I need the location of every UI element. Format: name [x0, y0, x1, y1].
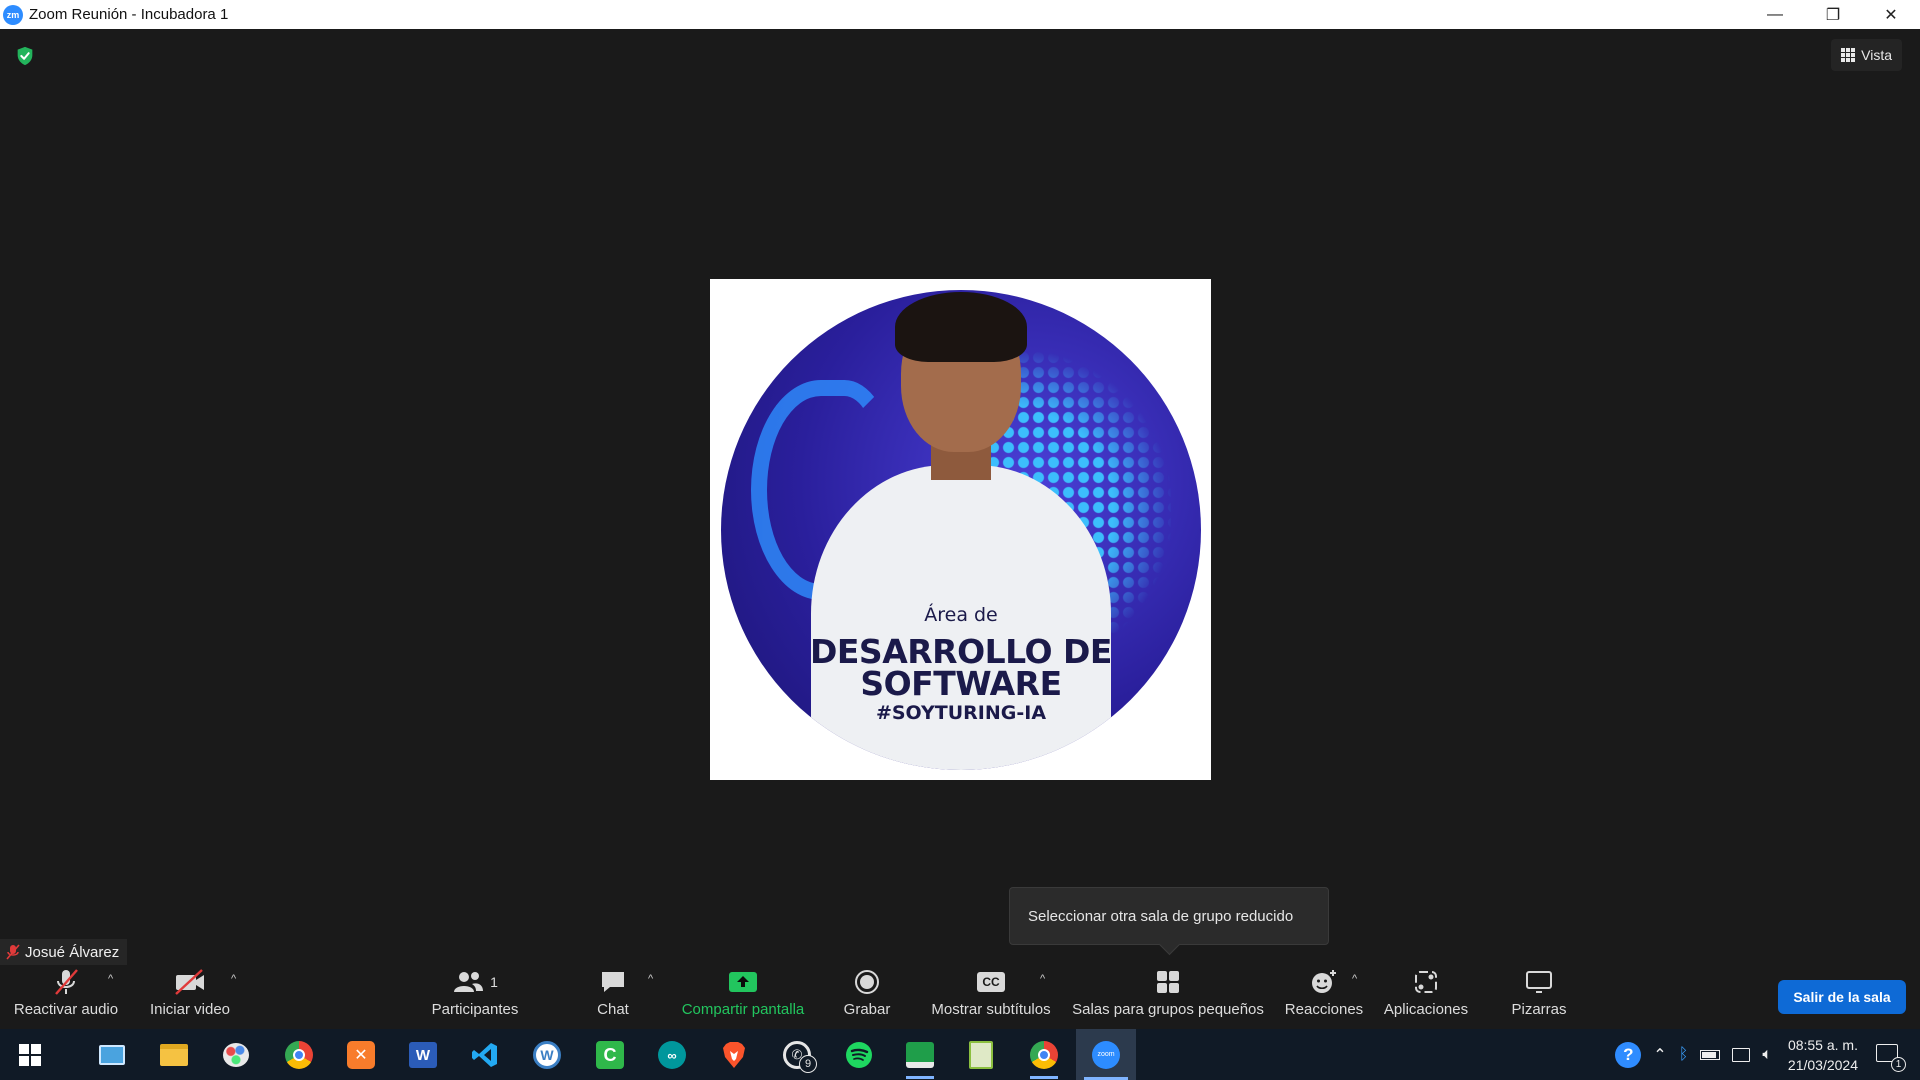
unmute-button[interactable]: Reactivar audio — [8, 965, 124, 1029]
paint-palette-icon — [223, 1043, 249, 1067]
muted-microphone-icon — [55, 969, 78, 995]
audio-options-caret[interactable]: ^ — [108, 973, 113, 985]
captions-button[interactable]: CC Mostrar subtítulos — [924, 965, 1058, 1029]
taskbar-brave[interactable] — [714, 1035, 754, 1075]
view-label: Vista — [1861, 47, 1892, 63]
battery-icon[interactable] — [1700, 1049, 1721, 1060]
taskbar-word[interactable]: W — [403, 1035, 443, 1075]
muted-mic-icon — [6, 944, 20, 960]
taskbar-xampp[interactable]: ✕ — [341, 1035, 381, 1075]
windows-taskbar: ✕ W W C ∞ ✆ 9 zoom ? ⌃ ᛒ 🔈︎ 08:55 a. m. … — [0, 1029, 1920, 1080]
green-app-icon — [906, 1042, 934, 1068]
share-screen-button[interactable]: Compartir pantalla — [676, 965, 810, 1029]
reactions-icon — [1312, 970, 1336, 993]
taskbar-zoom[interactable]: zoom — [1076, 1029, 1136, 1080]
close-button[interactable]: ✕ — [1862, 0, 1920, 29]
taskbar-chrome-profile[interactable] — [1024, 1035, 1064, 1079]
clock-date: 21/03/2024 — [1787, 1056, 1858, 1073]
participant-name-tag: Josué Álvarez — [0, 939, 128, 965]
restore-button[interactable]: ❐ — [1804, 0, 1862, 29]
start-video-button[interactable]: Iniciar video — [142, 965, 238, 1029]
participants-button[interactable]: 1 Participantes — [425, 965, 525, 1029]
record-icon — [855, 970, 879, 994]
record-button[interactable]: Grabar — [838, 965, 896, 1029]
help-icon[interactable]: ? — [1615, 1041, 1642, 1068]
view-button[interactable]: Vista — [1831, 39, 1902, 71]
reactions-options-caret[interactable]: ^ — [1352, 973, 1357, 985]
captions-options-caret[interactable]: ^ — [1040, 973, 1045, 985]
xampp-icon: ✕ — [347, 1041, 375, 1069]
taskbar-notepad-plus[interactable] — [961, 1035, 1001, 1075]
participant-avatar-tile: Área de DESARROLLO DE SOFTWARE #SOYTURIN… — [710, 279, 1211, 780]
taskbar-whatsapp[interactable]: ✆ 9 — [777, 1035, 817, 1075]
breakout-tooltip: Seleccionar otra sala de grupo reducido — [1009, 887, 1329, 945]
notepad-plus-icon — [969, 1041, 993, 1069]
spotify-icon — [846, 1042, 872, 1068]
video-options-caret[interactable]: ^ — [231, 973, 236, 985]
avatar-text-title: DESARROLLO DE SOFTWARE — [810, 632, 1112, 703]
grid-view-icon — [1841, 48, 1856, 62]
closed-captions-icon: CC — [977, 972, 1005, 992]
start-button[interactable] — [10, 1035, 50, 1075]
video-off-icon — [175, 969, 204, 995]
leave-room-button[interactable]: Salir de la sala — [1778, 980, 1906, 1014]
minimize-button[interactable]: — — [1746, 0, 1804, 29]
notifications-button[interactable]: 1 — [1876, 1043, 1906, 1072]
taskbar-paint[interactable] — [216, 1035, 256, 1075]
brave-icon — [723, 1042, 745, 1068]
taskbar-vscode[interactable] — [465, 1035, 505, 1075]
meeting-toolbar: Reactivar audio ^ Iniciar video ^ 1 Part… — [0, 965, 1920, 1029]
whiteboards-button[interactable]: Pizarras — [1506, 965, 1572, 1029]
participants-icon — [454, 972, 484, 992]
encryption-shield-icon[interactable] — [14, 45, 36, 67]
control-panel-icon — [99, 1045, 125, 1065]
clock-time: 08:55 a. m. — [1787, 1036, 1858, 1053]
share-screen-icon — [729, 972, 757, 992]
windows-start-icon — [19, 1044, 41, 1066]
window-controls: — ❐ ✕ — [1746, 0, 1920, 29]
participant-name: Josué Álvarez — [25, 943, 120, 961]
taskbar-wordpress[interactable]: W — [527, 1035, 567, 1075]
window-title-bar: zm Zoom Reunión - Incubadora 1 — ❐ ✕ — [0, 0, 1920, 29]
notification-count: 1 — [1891, 1056, 1906, 1072]
window-title: Zoom Reunión - Incubadora 1 — [29, 6, 229, 23]
taskbar-arduino[interactable]: ∞ — [652, 1035, 692, 1075]
breakout-rooms-icon — [1157, 971, 1179, 993]
volume-icon[interactable]: 🔈︎ — [1762, 1046, 1772, 1064]
folder-icon — [160, 1044, 188, 1066]
whatsapp-badge: 9 — [799, 1055, 817, 1073]
meeting-area: Vista Área de DESARROLLO DE SOFTWARE #SO… — [0, 29, 1920, 965]
wordpress-icon: W — [533, 1041, 561, 1069]
vscode-icon — [472, 1043, 497, 1067]
breakout-rooms-button[interactable]: Salas para grupos pequeños — [1070, 965, 1266, 1029]
network-icon[interactable] — [1732, 1047, 1751, 1062]
bluetooth-icon[interactable]: ᛒ — [1679, 1046, 1689, 1064]
chat-button[interactable]: Chat — [586, 965, 640, 1029]
apps-button[interactable]: Aplicaciones — [1382, 965, 1470, 1029]
word-icon: W — [409, 1042, 437, 1068]
chrome-profile-icon — [1030, 1041, 1058, 1069]
show-hidden-icons-chevron-icon[interactable]: ⌃ — [1653, 1045, 1666, 1065]
taskbar-app-green[interactable] — [900, 1035, 940, 1079]
taskbar-chrome[interactable] — [279, 1035, 319, 1075]
taskbar-control-panel[interactable] — [92, 1035, 132, 1075]
taskbar-camtasia[interactable]: C — [590, 1035, 630, 1075]
apps-icon — [1415, 971, 1437, 993]
clock[interactable]: 08:55 a. m. 21/03/2024 — [1788, 1035, 1858, 1075]
system-tray: ? ⌃ ᛒ 🔈︎ 08:55 a. m. 21/03/2024 1 — [1615, 1029, 1920, 1080]
chat-options-caret[interactable]: ^ — [648, 973, 653, 985]
zoom-logo-icon: zm — [3, 4, 23, 25]
camtasia-icon: C — [596, 1041, 624, 1069]
avatar-text-hashtag: #SOYTURING-IA — [875, 702, 1047, 724]
avatar-text-area: Área de — [924, 604, 998, 626]
zoom-icon: zoom — [1092, 1040, 1120, 1069]
taskbar-spotify[interactable] — [839, 1035, 879, 1075]
whiteboard-icon — [1526, 971, 1552, 993]
chrome-icon — [285, 1041, 313, 1069]
participants-count: 1 — [490, 974, 498, 990]
chat-icon — [602, 972, 624, 992]
arduino-icon: ∞ — [658, 1041, 686, 1069]
profile-picture: Área de DESARROLLO DE SOFTWARE #SOYTURIN… — [721, 290, 1201, 770]
taskbar-file-explorer[interactable] — [154, 1035, 194, 1075]
